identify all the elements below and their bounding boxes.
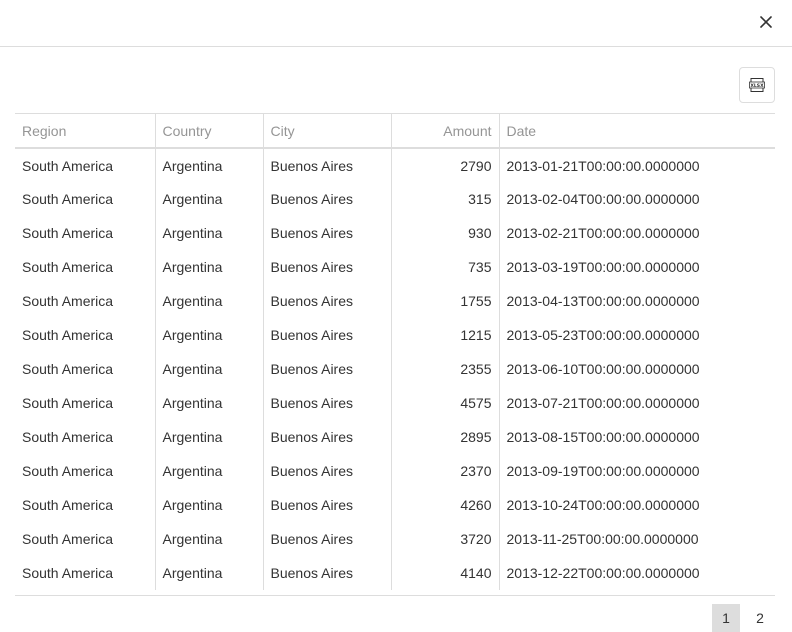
cell-amount: 4140 bbox=[390, 556, 499, 590]
cell-date: 2013-02-21T00:00:00.0000000 bbox=[498, 216, 775, 250]
cell-city: Buenos Aires bbox=[262, 148, 391, 182]
cell-date: 2013-11-25T00:00:00.0000000 bbox=[498, 522, 775, 556]
table-row[interactable]: South America Argentina Buenos Aires 4575 20… bbox=[15, 386, 775, 420]
pager: 1 2 bbox=[0, 604, 792, 632]
table-row[interactable]: South America Argentina Buenos Aires 2355 20… bbox=[15, 352, 775, 386]
table-row[interactable]: South America Argentina Buenos Aires 4260 20… bbox=[15, 488, 775, 522]
cell-region: South America bbox=[22, 225, 114, 241]
cell-date: 2013-09-19T00:00:00.0000000 bbox=[498, 454, 775, 488]
cell-city: Buenos Aires bbox=[262, 284, 391, 318]
table-row[interactable]: South America Argentina Buenos Aires 930 201… bbox=[15, 216, 775, 250]
table-row[interactable]: South America Argentina Buenos Aires 2895 20… bbox=[15, 420, 775, 454]
cell-amount: 2895 bbox=[390, 420, 499, 454]
table-row[interactable]: South America Argentina Buenos Aires 315 201… bbox=[15, 182, 775, 216]
cell-region: South America bbox=[22, 157, 114, 174]
cell-amount: 930 bbox=[390, 216, 499, 250]
cell-country: Argentina bbox=[154, 488, 263, 522]
table-row[interactable]: South America Argentina Buenos Aires 4140 20… bbox=[15, 556, 775, 590]
cell-region: South America bbox=[22, 565, 114, 581]
cell-region: South America bbox=[22, 497, 114, 513]
cell-city: Buenos Aires bbox=[262, 556, 391, 590]
cell-city: Buenos Aires bbox=[262, 352, 391, 386]
cell-city: Buenos Aires bbox=[262, 454, 391, 488]
cell-date: 2013-04-13T00:00:00.0000000 bbox=[498, 284, 775, 318]
cell-country: Argentina bbox=[154, 454, 263, 488]
column-header-country[interactable]: Country bbox=[154, 114, 263, 149]
cell-region: South America bbox=[22, 259, 114, 275]
column-header-date[interactable]: Date bbox=[498, 114, 775, 149]
cell-city: Buenos Aires bbox=[262, 318, 391, 352]
cell-region: South America bbox=[22, 531, 114, 547]
cell-country: Argentina bbox=[154, 352, 263, 386]
cell-city: Buenos Aires bbox=[262, 250, 391, 284]
cell-amount: 315 bbox=[390, 182, 499, 216]
close-button[interactable] bbox=[754, 10, 778, 34]
cell-date: 2013-03-19T00:00:00.0000000 bbox=[498, 250, 775, 284]
cell-city: Buenos Aires bbox=[262, 522, 391, 556]
cell-amount: 1755 bbox=[390, 284, 499, 318]
cell-region: South America bbox=[22, 463, 114, 479]
cell-amount: 2370 bbox=[390, 454, 499, 488]
cell-region: South America bbox=[22, 191, 114, 207]
popup-header bbox=[0, 0, 792, 47]
cell-date: 2013-05-23T00:00:00.0000000 bbox=[498, 318, 775, 352]
table-row[interactable]: South America Argentina Buenos Aires 1215 20… bbox=[15, 318, 775, 352]
data-grid: Region Country City Amount Date South Am… bbox=[15, 113, 775, 596]
header-row: Region Country City Amount Date bbox=[15, 114, 775, 149]
cell-region: South America bbox=[22, 327, 114, 343]
grid-body: South America Argentina Buenos Aires 2790 20… bbox=[15, 148, 775, 590]
cell-date: 2013-08-15T00:00:00.0000000 bbox=[498, 420, 775, 454]
cell-country: Argentina bbox=[154, 148, 263, 182]
xlsx-glyph: XLSX bbox=[750, 83, 764, 89]
cell-city: Buenos Aires bbox=[262, 216, 391, 250]
column-header-region[interactable]: Region bbox=[15, 114, 155, 149]
cell-region: South America bbox=[22, 361, 114, 377]
cell-city: Buenos Aires bbox=[262, 488, 391, 522]
page-button-2[interactable]: 2 bbox=[746, 604, 774, 632]
cell-date: 2013-10-24T00:00:00.0000000 bbox=[498, 488, 775, 522]
drill-down-popup: XLSX Region Country City Amount Date Sou… bbox=[0, 0, 792, 632]
cell-city: Buenos Aires bbox=[262, 420, 391, 454]
close-icon bbox=[760, 16, 772, 28]
cell-amount: 2355 bbox=[390, 352, 499, 386]
cell-country: Argentina bbox=[154, 182, 263, 216]
cell-amount: 735 bbox=[390, 250, 499, 284]
cell-amount: 1215 bbox=[390, 318, 499, 352]
export-xlsx-button[interactable]: XLSX bbox=[739, 67, 775, 103]
table-row[interactable]: South America Argentina Buenos Aires 735 201… bbox=[15, 250, 775, 284]
cell-amount: 4260 bbox=[390, 488, 499, 522]
cell-date: 2013-02-04T00:00:00.0000000 bbox=[498, 182, 775, 216]
cell-region: South America bbox=[22, 395, 114, 411]
table-row[interactable]: South America Argentina Buenos Aires 1755 20… bbox=[15, 284, 775, 318]
cell-region: South America bbox=[22, 293, 114, 309]
table-row[interactable]: South America Argentina Buenos Aires 2370 20… bbox=[15, 454, 775, 488]
cell-amount: 2790 bbox=[390, 148, 499, 182]
cell-date: 2013-01-21T00:00:00.0000000 bbox=[498, 148, 775, 182]
cell-country: Argentina bbox=[154, 420, 263, 454]
cell-country: Argentina bbox=[154, 556, 263, 590]
cell-date: 2013-12-22T00:00:00.0000000 bbox=[498, 556, 775, 590]
cell-country: Argentina bbox=[154, 284, 263, 318]
column-header-city[interactable]: City bbox=[262, 114, 391, 149]
cell-city: Buenos Aires bbox=[262, 386, 391, 420]
table-row[interactable]: South America Argentina Buenos Aires 2790 20… bbox=[15, 148, 775, 182]
cell-region: South America bbox=[22, 429, 114, 445]
column-header-amount[interactable]: Amount bbox=[390, 114, 499, 149]
data-table: Region Country City Amount Date South Am… bbox=[15, 114, 775, 590]
cell-country: Argentina bbox=[154, 250, 263, 284]
cell-date: 2013-06-10T00:00:00.0000000 bbox=[498, 352, 775, 386]
table-row[interactable]: South America Argentina Buenos Aires 3720 20… bbox=[15, 522, 775, 556]
grid-toolbar: XLSX bbox=[15, 67, 775, 103]
cell-country: Argentina bbox=[154, 318, 263, 352]
cell-date: 2013-07-21T00:00:00.0000000 bbox=[498, 386, 775, 420]
cell-country: Argentina bbox=[154, 522, 263, 556]
cell-country: Argentina bbox=[154, 216, 263, 250]
cell-country: Argentina bbox=[154, 386, 263, 420]
xlsx-export-icon: XLSX bbox=[749, 78, 765, 92]
page-button-1[interactable]: 1 bbox=[712, 604, 740, 632]
cell-city: Buenos Aires bbox=[262, 182, 391, 216]
cell-amount: 3720 bbox=[390, 522, 499, 556]
cell-amount: 4575 bbox=[390, 386, 499, 420]
